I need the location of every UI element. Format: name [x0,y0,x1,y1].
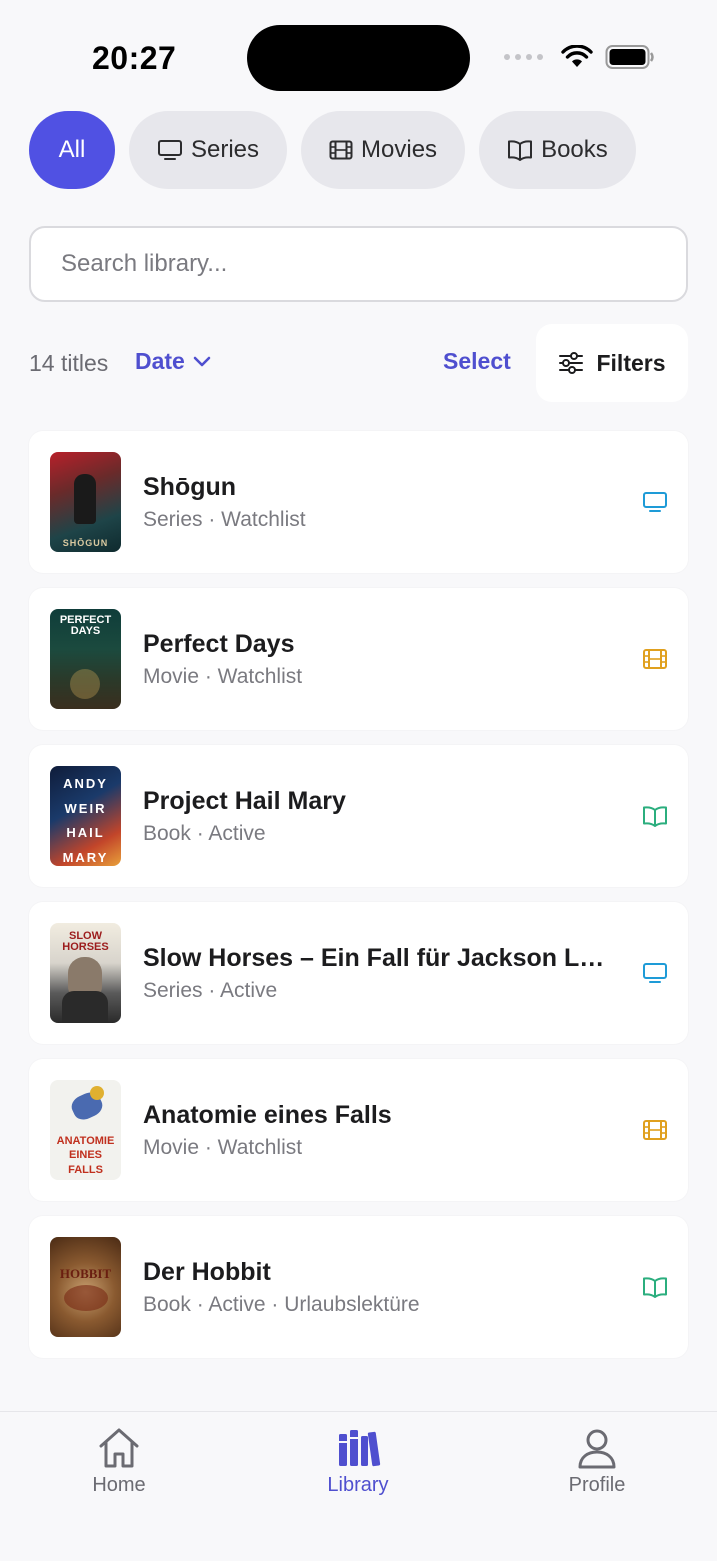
item-meta: Movie · Watchlist [143,1136,303,1159]
filters-label: Filters [596,349,666,376]
book-icon [508,140,533,161]
library-item[interactable]: PERFECT DAYS Perfect Days Movie · Watchl… [29,588,688,730]
tv-icon [158,140,182,160]
book-icon [643,1277,667,1298]
library-icon [339,1430,381,1467]
poster-image: ANATOMIE EINES FALLS [50,1080,121,1180]
tab-home[interactable]: Home [59,1426,179,1497]
status-bar: 20:27 [0,0,717,110]
tv-icon [643,492,667,512]
sort-dropdown[interactable]: Date [135,348,211,375]
book-icon [643,806,667,827]
tab-profile-label: Profile [568,1474,626,1496]
tab-library[interactable]: Library [298,1426,418,1497]
tab-home-label: Home [92,1474,146,1496]
status-time: 20:27 [92,40,177,76]
battery-icon [605,45,654,69]
film-icon [643,1120,667,1140]
poster-image: HOBBIT [50,1237,121,1337]
item-title: Perfect Days [143,630,295,658]
type-segments: All Series Movies Books [29,111,636,189]
select-button[interactable]: Select [443,348,511,375]
tab-profile[interactable]: Profile [537,1426,657,1497]
cellular-signal-icon [504,54,543,60]
segment-movies-label: Movies [361,136,438,163]
poster-image: SHŌGUN [50,452,121,552]
segment-books-label: Books [541,136,608,163]
sort-label: Date [135,348,185,374]
tab-library-label: Library [327,1474,389,1496]
library-item[interactable]: ANATOMIE EINES FALLS Anatomie eines Fall… [29,1059,688,1201]
tab-bar: Home Library Profile [0,1411,717,1561]
library-item[interactable]: SLOW HORSES Slow Horses – Ein Fall für J… [29,902,688,1044]
title-count: 14 titles [29,350,109,376]
library-list: SHŌGUN Shōgun Series · Watchlist PERFECT… [29,431,688,1358]
search-box [29,226,688,302]
item-meta: Book · Active · Urlaubslektüre [143,1293,420,1316]
item-title: Der Hobbit [143,1258,271,1286]
status-icons [504,44,655,70]
library-item[interactable]: SHŌGUN Shōgun Series · Watchlist [29,431,688,573]
poster-title: ANATOMIE EINES FALLS [56,1135,115,1176]
item-meta: Book · Active [143,822,266,845]
film-icon [329,140,353,160]
library-item[interactable]: HOBBIT Der Hobbit Book · Active · Urlaub… [29,1216,688,1358]
segment-movies[interactable]: Movies [301,111,466,189]
chevron-down-icon [193,356,211,366]
item-title: Project Hail Mary [143,787,346,815]
poster-title: ANDY WEIR HAIL MARY [62,776,109,866]
segment-all-label: All [58,136,86,163]
item-title: Slow Horses – Ein Fall für Jackson La... [143,944,613,972]
item-title: Shōgun [143,473,237,501]
item-title: Anatomie eines Falls [143,1101,392,1129]
poster-image: ANDY WEIR HAIL MARY [50,766,121,866]
poster-title: HOBBIT [59,1266,112,1281]
library-item[interactable]: ANDY WEIR HAIL MARY Project Hail Mary Bo… [29,745,688,887]
item-meta: Movie · Watchlist [143,665,303,688]
tv-icon [643,963,667,983]
segment-series-label: Series [191,136,260,163]
sliders-icon [559,352,584,374]
poster-title: PERFECT DAYS [59,614,112,637]
item-meta: Series · Watchlist [143,508,306,531]
poster-image: PERFECT DAYS [50,609,121,709]
search-input[interactable] [31,228,686,300]
filters-button[interactable]: Filters [536,324,688,402]
poster-image: SLOW HORSES [50,923,121,1023]
item-meta: Series · Active [143,979,278,1002]
poster-title: SHŌGUN [62,538,109,548]
film-icon [643,649,667,669]
poster-title: SLOW HORSES [62,930,109,953]
wifi-icon [561,45,593,67]
home-icon [99,1428,139,1468]
list-controls: 14 titles Date Select Filters [29,322,688,404]
segment-all[interactable]: All [29,111,115,189]
person-icon [578,1429,616,1469]
segment-books[interactable]: Books [479,111,636,189]
segment-series[interactable]: Series [129,111,288,189]
dynamic-island [247,25,470,91]
